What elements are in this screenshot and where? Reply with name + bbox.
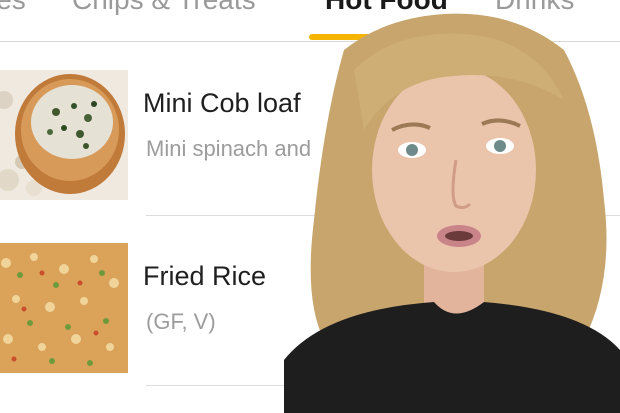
presenter-overlay <box>284 0 620 413</box>
fried-rice-image <box>0 243 128 373</box>
menu-item-title: Fried Rice <box>143 261 267 291</box>
tab-chips-treats[interactable]: Chips & Treats <box>72 0 256 16</box>
mini-cob-loaf-image <box>0 70 128 200</box>
menu-item-title: Mini Cob loaf <box>143 88 301 118</box>
tab-previous[interactable]: ies <box>0 0 26 16</box>
menu-item-description: (GF, V) <box>146 309 216 334</box>
